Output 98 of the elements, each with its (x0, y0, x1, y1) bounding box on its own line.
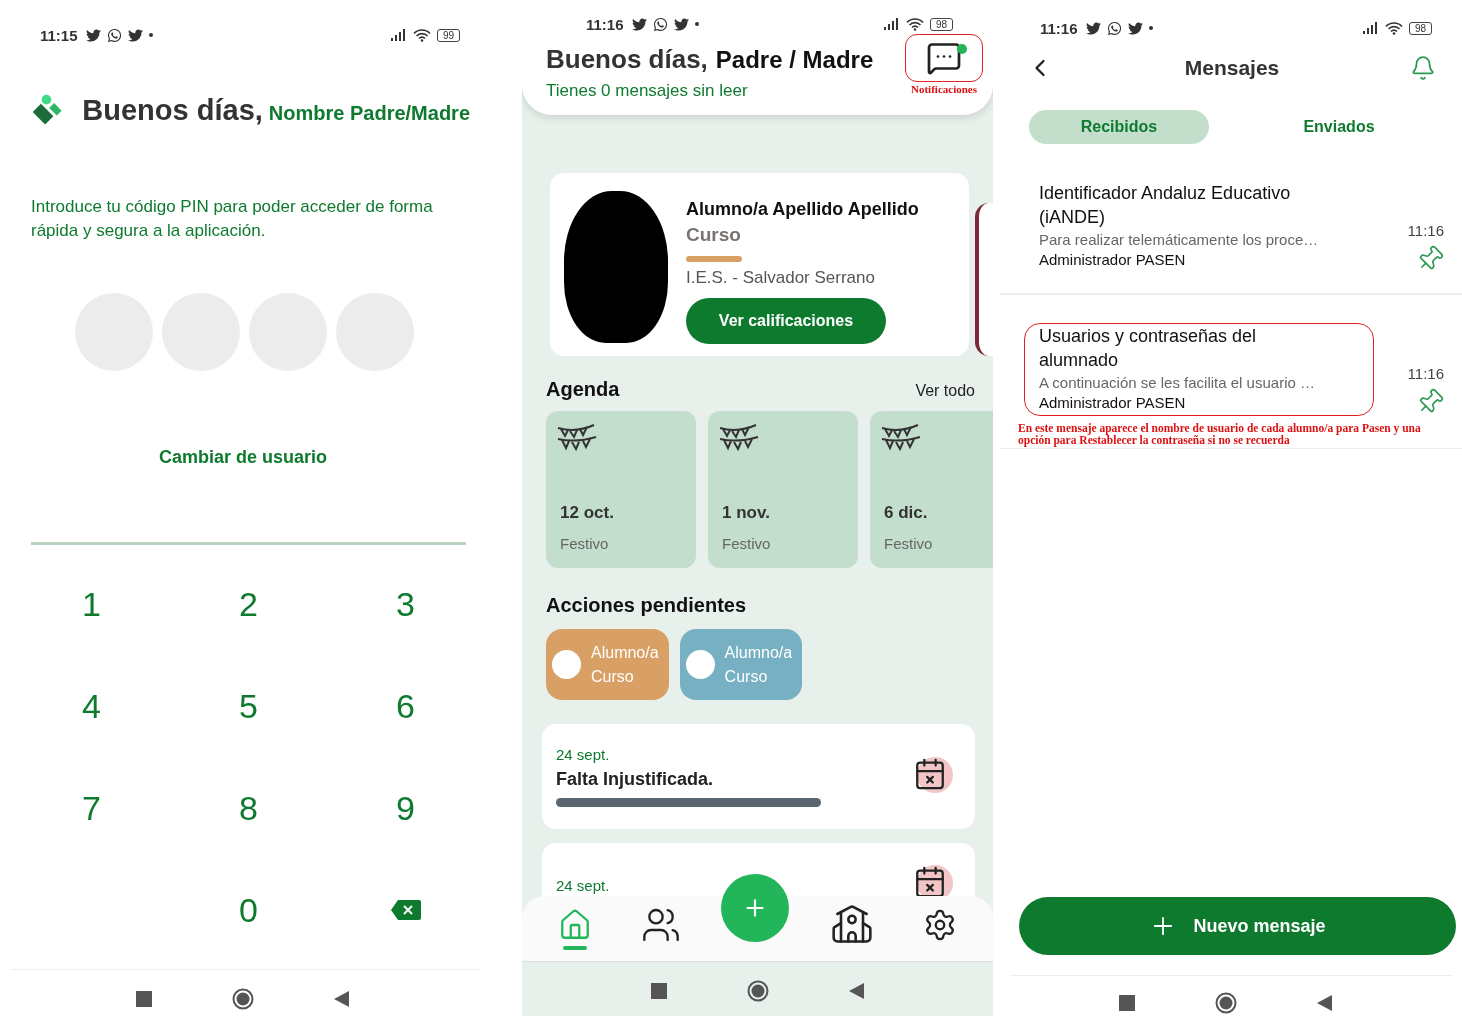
message-preview: Para realizar telemáticamente los proce… (1039, 231, 1320, 248)
message-time: 11:16 (1407, 222, 1444, 239)
avatar-circle (552, 650, 581, 679)
keypad-key[interactable]: 1 (13, 553, 170, 655)
notification-dot-icon (1148, 26, 1153, 30)
chip-name: Alumno/a (591, 643, 659, 662)
signal-icon (390, 29, 407, 41)
triangle-nav-icon[interactable] (333, 991, 349, 1007)
backspace-icon (389, 899, 422, 921)
bird-icon (127, 27, 143, 43)
agenda-card[interactable]: 6 dic. Festivo (870, 411, 993, 568)
event-card[interactable]: 24 sept. Falta Injustificada. (542, 724, 975, 829)
agenda-type: Festivo (560, 535, 610, 552)
agenda-date: 12 oct. (560, 503, 615, 523)
agenda-date: 1 nov. (722, 503, 771, 523)
triangle-nav-icon[interactable] (1316, 995, 1332, 1011)
screen-title: Mensajes (1184, 56, 1280, 80)
annotation-text: En este mensaje aparece el nombre de usuario de cada alumno/a para Pasen y una opción para Restablecer la contraseña si no se recuerda (1000, 416, 1462, 449)
tab[interactable]: Recibidos (1029, 110, 1209, 144)
status-time: 11:15 (40, 26, 78, 44)
accent-bar (686, 256, 742, 262)
school-name: I.E.S. - Salvador Serrano (686, 268, 876, 288)
agenda-card[interactable]: 12 oct. Festivo (546, 411, 696, 568)
bird-icon (85, 27, 101, 43)
event-date: 24 sept. (556, 746, 611, 763)
agenda-card[interactable]: 1 nov. Festivo (708, 411, 858, 568)
square-nav-icon[interactable] (135, 991, 152, 1007)
event-title: Falta Injustificada. (556, 769, 715, 790)
battery-indicator: 98 (1408, 21, 1432, 35)
battery-indicator: 98 (929, 17, 953, 31)
status-time: 11:16 (586, 15, 624, 33)
notification-dot-icon (148, 33, 153, 37)
event-card[interactable]: 24 sept. (542, 843, 975, 896)
pin-instructions: Introduce tu código PIN para poder acceder de forma rápida y segura a la aplicación. (31, 196, 434, 242)
message-subject: Identificador Andaluz Educativo (iANDE) (1039, 182, 1292, 229)
circle-nav-icon[interactable] (231, 988, 254, 1010)
bell-icon (1410, 55, 1436, 81)
wifi-icon (1384, 21, 1403, 35)
keypad-key[interactable]: 2 (170, 553, 327, 655)
annotation-text: Notificaciones (911, 83, 977, 95)
notification-dot-icon (694, 22, 699, 26)
section-title: Acciones pendientes (546, 594, 747, 617)
chip-course: Curso (591, 667, 634, 686)
bird-icon (631, 16, 647, 32)
tab[interactable]: Enviados (1249, 110, 1429, 144)
chip-name: Alumno/a (724, 643, 793, 662)
see-all-link[interactable]: Ver todo (915, 382, 975, 400)
section-title: Agenda (546, 378, 620, 401)
message-time: 11:16 (1407, 365, 1444, 382)
wifi-icon (905, 17, 924, 31)
keypad-key[interactable]: 5 (170, 655, 327, 757)
student-name: Alumno/a Apellido Apellido (686, 199, 919, 220)
calendar-x-icon (913, 865, 953, 896)
unread-count: Tienes 0 mensajes sin leer (546, 81, 749, 101)
battery-indicator: 99 (436, 28, 460, 42)
bird-icon (1127, 20, 1143, 36)
chat-icon (926, 40, 962, 76)
event-date: 24 sept. (556, 876, 610, 894)
wifi-icon (412, 28, 431, 42)
message-item[interactable]: Identificador Andaluz Educativo (iANDE) Para realizar telemáticamente los proce… Administrador PASEN (1024, 180, 1374, 273)
greeting-title: Buenos días, (546, 44, 708, 74)
greeting-title: Buenos días, (82, 93, 263, 126)
agenda-type: Festivo (722, 535, 772, 552)
message-subject: Usuarios y contraseñas del alumnado (1039, 325, 1258, 372)
chat-bubble-icon (106, 27, 122, 43)
chip-course: Curso (724, 667, 768, 686)
message-sender: Administrador PASEN (1039, 394, 1187, 411)
keypad-key[interactable]: 4 (13, 655, 170, 757)
grades-button[interactable]: Ver calificaciones (686, 298, 886, 344)
circle-nav-icon[interactable] (1214, 992, 1237, 1014)
keypad-key[interactable]: 7 (13, 757, 170, 859)
keypad-key[interactable]: 3 (327, 553, 484, 655)
triangle-nav-icon[interactable] (849, 983, 864, 999)
message-preview: A continuación se les facilita el usuario … (1039, 374, 1316, 391)
bird-icon (673, 16, 689, 32)
user-name: Nombre Padre/Madre (268, 101, 470, 124)
notifications-button[interactable] (905, 34, 983, 82)
chat-bubble-icon (652, 16, 668, 32)
keypad-key[interactable]: 8 (170, 757, 327, 859)
keypad-key[interactable]: 6 (327, 655, 484, 757)
message-sender: Administrador PASEN (1039, 251, 1187, 268)
user-name: Padre / Madre (715, 46, 874, 73)
square-nav-icon[interactable] (1118, 995, 1135, 1011)
switch-user-link[interactable]: Cambiar de usuario (150, 443, 335, 472)
keypad-key[interactable]: 9 (327, 757, 484, 859)
agenda-type: Festivo (884, 535, 934, 552)
student-course: Curso (686, 224, 742, 246)
status-time: 11:16 (1040, 19, 1078, 37)
new-message-button[interactable]: Nuevo mensaje (1019, 897, 1456, 955)
signal-icon (1362, 22, 1379, 34)
message-item[interactable]: Usuarios y contraseñas del alumnado A continuación se les facilita el usuario … Administrador PASEN (1024, 323, 1374, 416)
keypad-key[interactable]: 0 (170, 859, 327, 961)
chat-bubble-icon (1106, 20, 1122, 36)
agenda-date: 6 dic. (884, 503, 929, 523)
bird-icon (1085, 20, 1101, 36)
circle-nav-icon[interactable] (747, 980, 769, 1002)
avatar-circle (685, 650, 715, 679)
signal-icon (883, 18, 900, 30)
